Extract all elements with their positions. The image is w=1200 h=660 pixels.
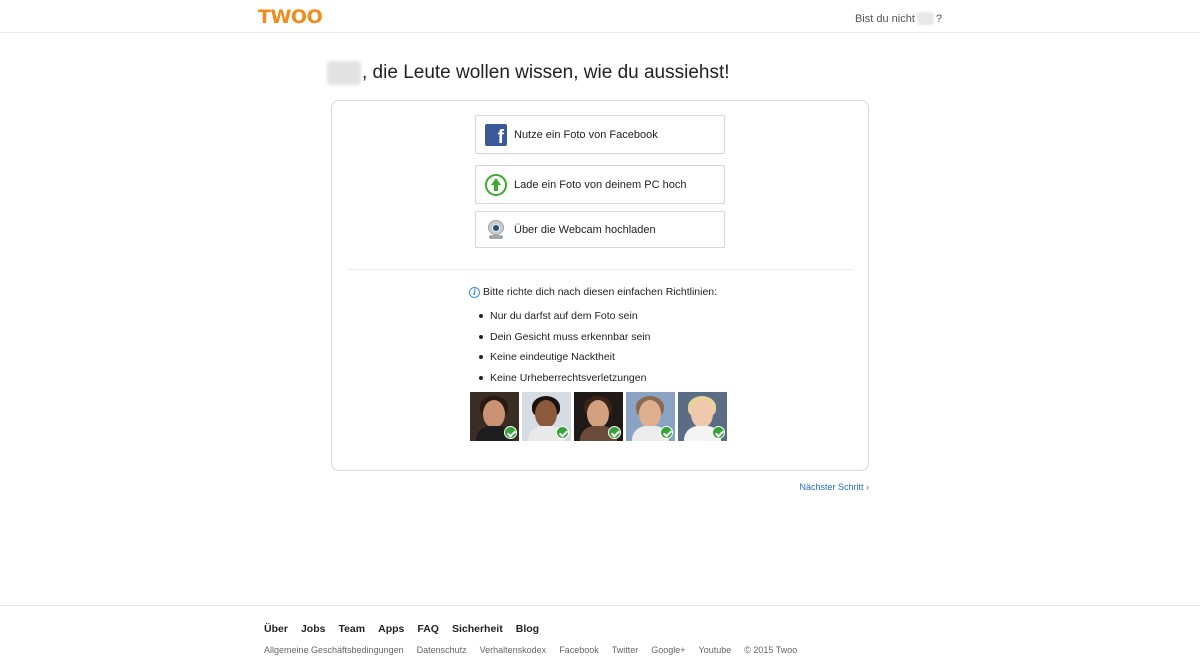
blurred-username [327, 61, 361, 85]
footer-link-team[interactable]: Team [338, 623, 365, 635]
checkmark-icon [712, 426, 725, 439]
footer-link-jobs[interactable]: Jobs [301, 623, 326, 635]
guidelines-title-text: Bitte richte dich nach diesen einfachen … [483, 286, 718, 298]
guidelines-list: Nur du darfst auf dem Foto sein Dein Ges… [479, 306, 651, 388]
footer: Über Jobs Team Apps FAQ Sicherheit Blog … [0, 605, 1200, 660]
checkmark-icon [660, 426, 673, 439]
footer-link-apps[interactable]: Apps [378, 623, 404, 635]
page-title-text: , die Leute wollen wissen, wie du aussie… [362, 62, 730, 83]
footer-link-twitter[interactable]: Twitter [612, 645, 639, 655]
upload-from-pc-button[interactable]: Lade ein Foto von deinem PC hoch [475, 165, 725, 204]
twoo-logo[interactable]: TWOO [258, 6, 323, 28]
footer-main-links: Über Jobs Team Apps FAQ Sicherheit Blog [264, 623, 539, 635]
guidelines-title: i Bitte richte dich nach diesen einfache… [469, 286, 717, 298]
not-you-suffix: ? [935, 12, 942, 25]
upload-arrow-icon [484, 173, 508, 197]
guideline-item: Keine eindeutige Nacktheit [479, 347, 651, 368]
footer-link-faq[interactable]: FAQ [417, 623, 439, 635]
footer-link-privacy[interactable]: Datenschutz [417, 645, 467, 655]
guideline-item: Nur du darfst auf dem Foto sein [479, 306, 651, 327]
footer-link-facebook[interactable]: Facebook [559, 645, 599, 655]
checkmark-icon [504, 426, 517, 439]
webcam-upload-label: Über die Webcam hochladen [514, 223, 656, 236]
footer-link-google-plus[interactable]: Google+ [651, 645, 685, 655]
photo-upload-card: f Nutze ein Foto von Facebook Lade ein F… [331, 100, 869, 471]
info-icon: i [469, 286, 480, 298]
footer-link-terms[interactable]: Allgemeine Geschäftsbedingungen [264, 645, 404, 655]
webcam-icon [484, 218, 508, 242]
footer-sub-links: Allgemeine Geschäftsbedingungen Datensch… [264, 645, 797, 655]
footer-copyright: © 2015 Twoo [744, 645, 798, 655]
example-photos [470, 392, 727, 441]
blurred-username [916, 12, 934, 25]
webcam-upload-button[interactable]: Über die Webcam hochladen [475, 211, 725, 248]
footer-link-safety[interactable]: Sicherheit [452, 623, 503, 635]
example-photo [574, 392, 623, 441]
not-you-prefix: Bist du nicht [854, 12, 915, 25]
checkmark-icon [608, 426, 621, 439]
guideline-item: Keine Urheberrechtsverletzungen [479, 368, 651, 389]
divider [348, 269, 854, 270]
footer-link-about[interactable]: Über [264, 623, 288, 635]
checkmark-icon [556, 426, 569, 439]
footer-link-code-of-conduct[interactable]: Verhaltenskodex [480, 645, 547, 655]
next-step-link[interactable]: Nächster Schritt › [799, 482, 869, 492]
page-title: , die Leute wollen wissen, wie du aussie… [327, 61, 730, 85]
example-photo [522, 392, 571, 441]
example-photo [678, 392, 727, 441]
example-photo [626, 392, 675, 441]
footer-link-youtube[interactable]: Youtube [699, 645, 732, 655]
facebook-icon: f [484, 123, 508, 147]
facebook-photo-label: Nutze ein Foto von Facebook [514, 128, 658, 141]
facebook-photo-button[interactable]: f Nutze ein Foto von Facebook [475, 115, 725, 154]
upload-from-pc-label: Lade ein Foto von deinem PC hoch [514, 178, 687, 191]
guideline-item: Dein Gesicht muss erkennbar sein [479, 327, 651, 348]
not-you-link[interactable]: Bist du nicht ? [855, 12, 942, 25]
example-photo [470, 392, 519, 441]
top-bar: TWOO Bist du nicht ? [0, 0, 1200, 33]
footer-link-blog[interactable]: Blog [516, 623, 539, 635]
